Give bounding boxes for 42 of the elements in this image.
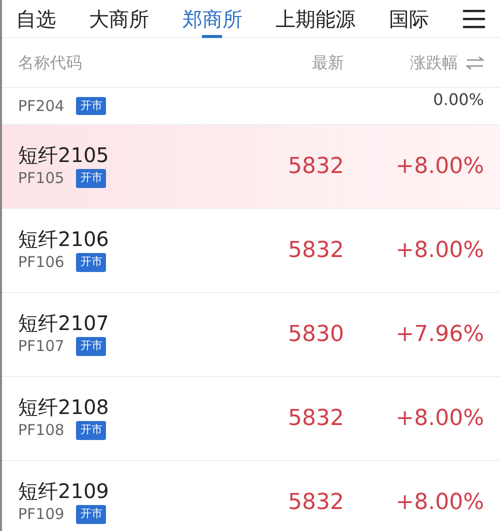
contract-name: 短纤2105 bbox=[18, 143, 110, 168]
tab[interactable]: 郑商所 bbox=[182, 0, 242, 38]
change-percent: +7.96% bbox=[396, 322, 484, 347]
contract-code: PF105 bbox=[18, 168, 64, 190]
change-percent: +8.00% bbox=[396, 490, 484, 515]
column-header: 名称代码 bbox=[18, 52, 83, 74]
contract-name: 短纤2108 bbox=[18, 395, 110, 420]
list-row[interactable]: 短纤2106 PF106 开市 5832 +8.00% bbox=[2, 209, 500, 293]
contract-code: PF204 bbox=[18, 96, 64, 117]
status-badge: 开市 bbox=[76, 253, 106, 272]
latest-price: 5832 bbox=[288, 154, 344, 179]
latest-price: 5832 bbox=[288, 490, 344, 515]
highlighted-row[interactable]: 短纤2105 PF105 开市 5832 +8.00% bbox=[2, 125, 500, 209]
tab[interactable]: 自选 bbox=[16, 0, 56, 38]
contract-code: PF107 bbox=[18, 336, 64, 358]
contract-code: PF108 bbox=[18, 420, 64, 442]
contract-name: 短纤2107 bbox=[18, 311, 110, 336]
contract-code: PF109 bbox=[18, 504, 64, 526]
change-percent: +8.00% bbox=[396, 238, 484, 263]
contract-code: PF106 bbox=[18, 252, 64, 274]
latest-price: 5832 bbox=[288, 406, 344, 431]
contract-name: 短纤2109 bbox=[18, 479, 110, 504]
list-row[interactable]: 短纤2107 PF107 开市 5830 +7.96% bbox=[2, 293, 500, 377]
status-badge: 开市 bbox=[76, 169, 106, 188]
status-badge: 开市 bbox=[76, 421, 106, 440]
swap-icon[interactable] bbox=[466, 56, 484, 70]
menu-icon[interactable] bbox=[462, 8, 486, 28]
status-badge: 开市 bbox=[76, 96, 106, 116]
latest-price: 5830 bbox=[288, 322, 344, 347]
change-percent: +8.00% bbox=[396, 406, 484, 431]
contract-name: 短纤2106 bbox=[18, 227, 110, 252]
latest-price: 5832 bbox=[288, 238, 344, 263]
tab[interactable]: 大商所 bbox=[89, 0, 150, 38]
change-percent: 0.00% bbox=[433, 90, 484, 109]
column-header: 最新 bbox=[311, 52, 344, 74]
tab[interactable]: 国际 bbox=[388, 0, 429, 38]
status-badge: 开市 bbox=[76, 337, 106, 356]
list-row[interactable]: 短纤2108 PF108 开市 5832 +8.00% bbox=[2, 377, 500, 461]
status-badge: 开市 bbox=[76, 505, 106, 524]
tab[interactable]: 上期能源 bbox=[276, 0, 356, 38]
list-row[interactable]: 短纤2109 PF109 开市 5832 +8.00% bbox=[2, 461, 500, 531]
change-percent: +8.00% bbox=[396, 154, 484, 179]
